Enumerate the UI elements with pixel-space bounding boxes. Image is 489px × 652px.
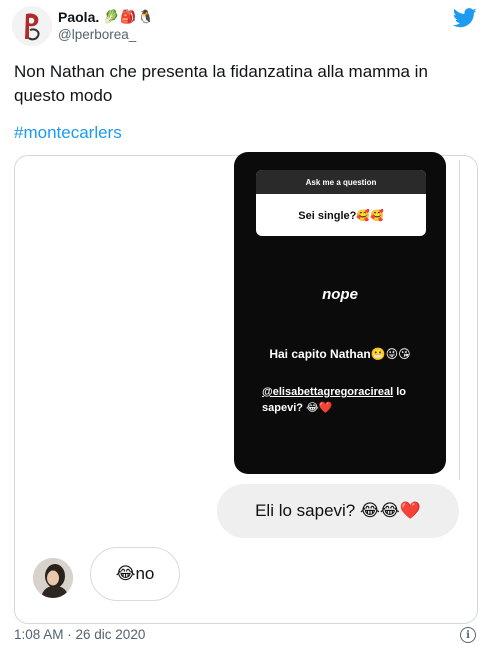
author-handle[interactable]: @lperborea_ [58, 27, 136, 42]
tweet-text: Non Nathan che presenta la fidanzatina a… [14, 62, 428, 105]
question-sticker: Ask me a question Sei single?🥰🥰 [256, 170, 426, 236]
chat-avatar [33, 558, 73, 598]
twitter-bird-icon[interactable] [452, 8, 477, 28]
author-display-name[interactable]: Paola. [58, 9, 99, 25]
story-mention: @elisabettagregoracireal lo sapevi? 😂❤️ [262, 384, 432, 416]
reply-message-bubble: 😂no [90, 547, 180, 601]
author-name[interactable]: Paola. 🥬🎒🐧 [58, 9, 155, 25]
tweet-timestamp[interactable]: 1:08 AM · 26 dic 2020 [14, 627, 145, 642]
story-answer-text: nope [322, 286, 358, 303]
sent-message-bubble: Eli lo sapevi? 😂😂❤️ [217, 484, 459, 538]
story-caption: Hai capito Nathan😬😜😘 [269, 347, 411, 361]
question-sticker-answer: Sei single?🥰🥰 [298, 209, 384, 222]
hashtag-link[interactable]: #montecarlers [14, 123, 122, 143]
question-sticker-title: Ask me a question [256, 170, 426, 194]
chat-scrollbar [459, 160, 460, 480]
author-name-emojis: 🥬🎒🐧 [103, 9, 155, 24]
story-mention-handle: @elisabettagregoracireal [262, 386, 394, 398]
profile-avatar-icon[interactable] [12, 6, 52, 46]
info-icon[interactable]: i [460, 627, 476, 643]
